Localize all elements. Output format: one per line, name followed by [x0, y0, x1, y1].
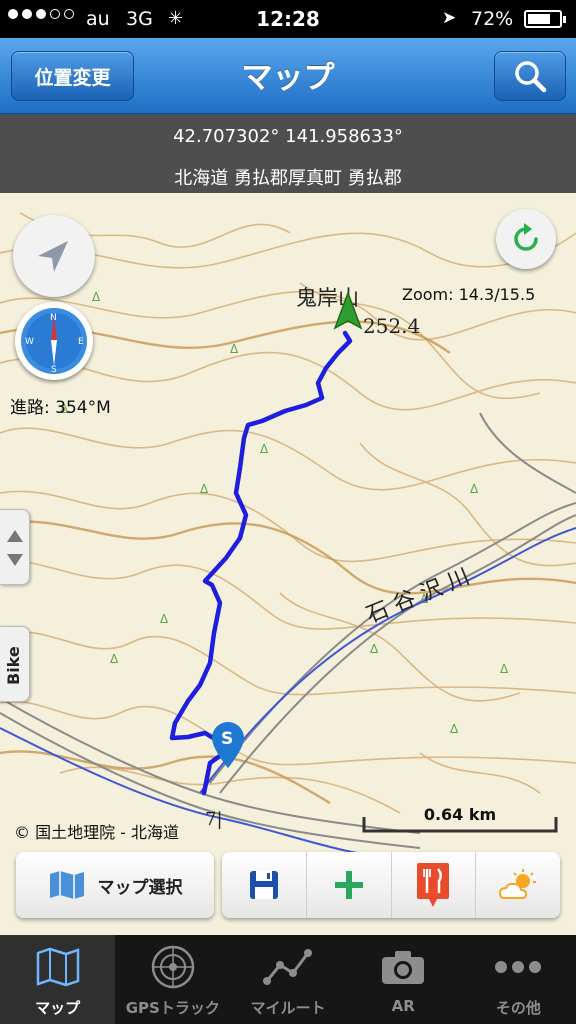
refresh-button[interactable]	[496, 209, 556, 269]
compass-button[interactable]: N S W E	[15, 302, 93, 380]
svg-text:ᐃ: ᐃ	[230, 342, 239, 356]
camera-icon	[382, 951, 425, 984]
tab-label: GPSトラック	[125, 999, 220, 1017]
restaurant-button[interactable]	[390, 852, 476, 918]
page-title: マップ	[241, 60, 335, 96]
tab-gps-track[interactable]: GPSトラック	[115, 935, 230, 1024]
route-icon	[263, 949, 312, 985]
svg-text:ᐃ: ᐃ	[200, 482, 209, 496]
search-button[interactable]	[494, 51, 566, 101]
tab-label: マイルート	[250, 999, 326, 1017]
refresh-icon	[514, 223, 538, 251]
scale-bar: 0.64 km	[362, 805, 558, 835]
search-icon	[515, 61, 547, 93]
start-marker-label: S	[221, 729, 233, 749]
map-icon	[49, 871, 84, 899]
map-icon	[36, 947, 79, 987]
address-text: 北海道 勇払郡厚真町 勇払郡	[174, 168, 402, 189]
compass-icon: N S W E	[21, 308, 87, 375]
my-location-button[interactable]	[13, 215, 95, 297]
tab-label: その他	[495, 999, 541, 1017]
up-down-arrows-icon	[7, 530, 23, 566]
gps-track-line	[169, 330, 353, 796]
save-button[interactable]	[222, 852, 306, 918]
weather-button[interactable]	[475, 852, 560, 918]
tab-ar[interactable]: AR	[346, 935, 461, 1024]
zoom-label: Zoom: 14.3/15.5	[402, 285, 536, 304]
status-bar: au 3G ✳ 12:28 ➤ 72%	[0, 0, 576, 38]
svg-text:ᐃ: ᐃ	[450, 722, 459, 736]
battery-icon	[524, 10, 566, 28]
radar-icon	[151, 945, 195, 989]
scroll-handle[interactable]	[0, 509, 30, 585]
bike-tab-label: Bike	[4, 646, 23, 685]
svg-text:ᐃ: ᐃ	[370, 642, 379, 656]
more-icon	[495, 961, 542, 973]
heading-label: 進路: 354°M	[10, 398, 111, 418]
svg-text:ᐃ: ᐃ	[260, 442, 269, 456]
tab-label: マップ	[35, 999, 81, 1017]
add-icon	[334, 871, 363, 899]
svg-text:ᐃ: ᐃ	[110, 652, 119, 666]
svg-text:ᐃ: ᐃ	[92, 290, 101, 304]
location-info-bar: 42.707302° 141.958633° 北海道 勇払郡厚真町 勇払郡	[0, 114, 576, 193]
svg-text:S: S	[51, 365, 57, 375]
elevation-label: 252.4	[363, 314, 420, 338]
tab-label: AR	[391, 997, 415, 1015]
location-arrow-icon: ➤	[442, 8, 457, 28]
save-icon	[249, 871, 278, 899]
svg-text:E: E	[78, 337, 84, 347]
svg-text:ᐃ: ᐃ	[470, 482, 479, 496]
tab-map[interactable]: マップ	[0, 935, 116, 1024]
tab-my-route[interactable]: マイルート	[230, 935, 345, 1024]
place-mark-label: 7|	[205, 809, 223, 830]
map-view[interactable]: ᐃᐃᐃ ᐃᐃᐃ ᐃᐃᐃ ᐃᐃᐃ 鬼岸山 252.4 石 谷 沢 川 7| S N…	[0, 193, 576, 935]
tab-bar: マップ GPSトラック マイルート AR その他	[0, 935, 576, 1024]
action-toolbar	[222, 852, 560, 918]
svg-text:ᐃ: ᐃ	[500, 662, 509, 676]
map-select-label: マップ選択	[97, 877, 183, 898]
restaurant-icon	[417, 863, 450, 907]
add-button[interactable]	[305, 852, 391, 918]
map-select-button[interactable]: マップ選択	[16, 852, 214, 918]
tab-more[interactable]: その他	[461, 935, 576, 1024]
bike-mode-tab[interactable]: Bike	[0, 626, 30, 702]
battery-percent: 72%	[471, 8, 514, 30]
map-copyright: © 国土地理院 - 北海道	[14, 823, 180, 842]
svg-text:W: W	[25, 337, 34, 347]
svg-text:ᐃ: ᐃ	[160, 612, 169, 626]
nav-bar: 位置変更 マップ	[0, 38, 576, 114]
change-location-button[interactable]: 位置変更	[11, 51, 134, 101]
weather-icon	[499, 869, 537, 899]
coordinates-text: 42.707302° 141.958633°	[173, 126, 403, 147]
location-arrow-icon	[38, 241, 68, 272]
